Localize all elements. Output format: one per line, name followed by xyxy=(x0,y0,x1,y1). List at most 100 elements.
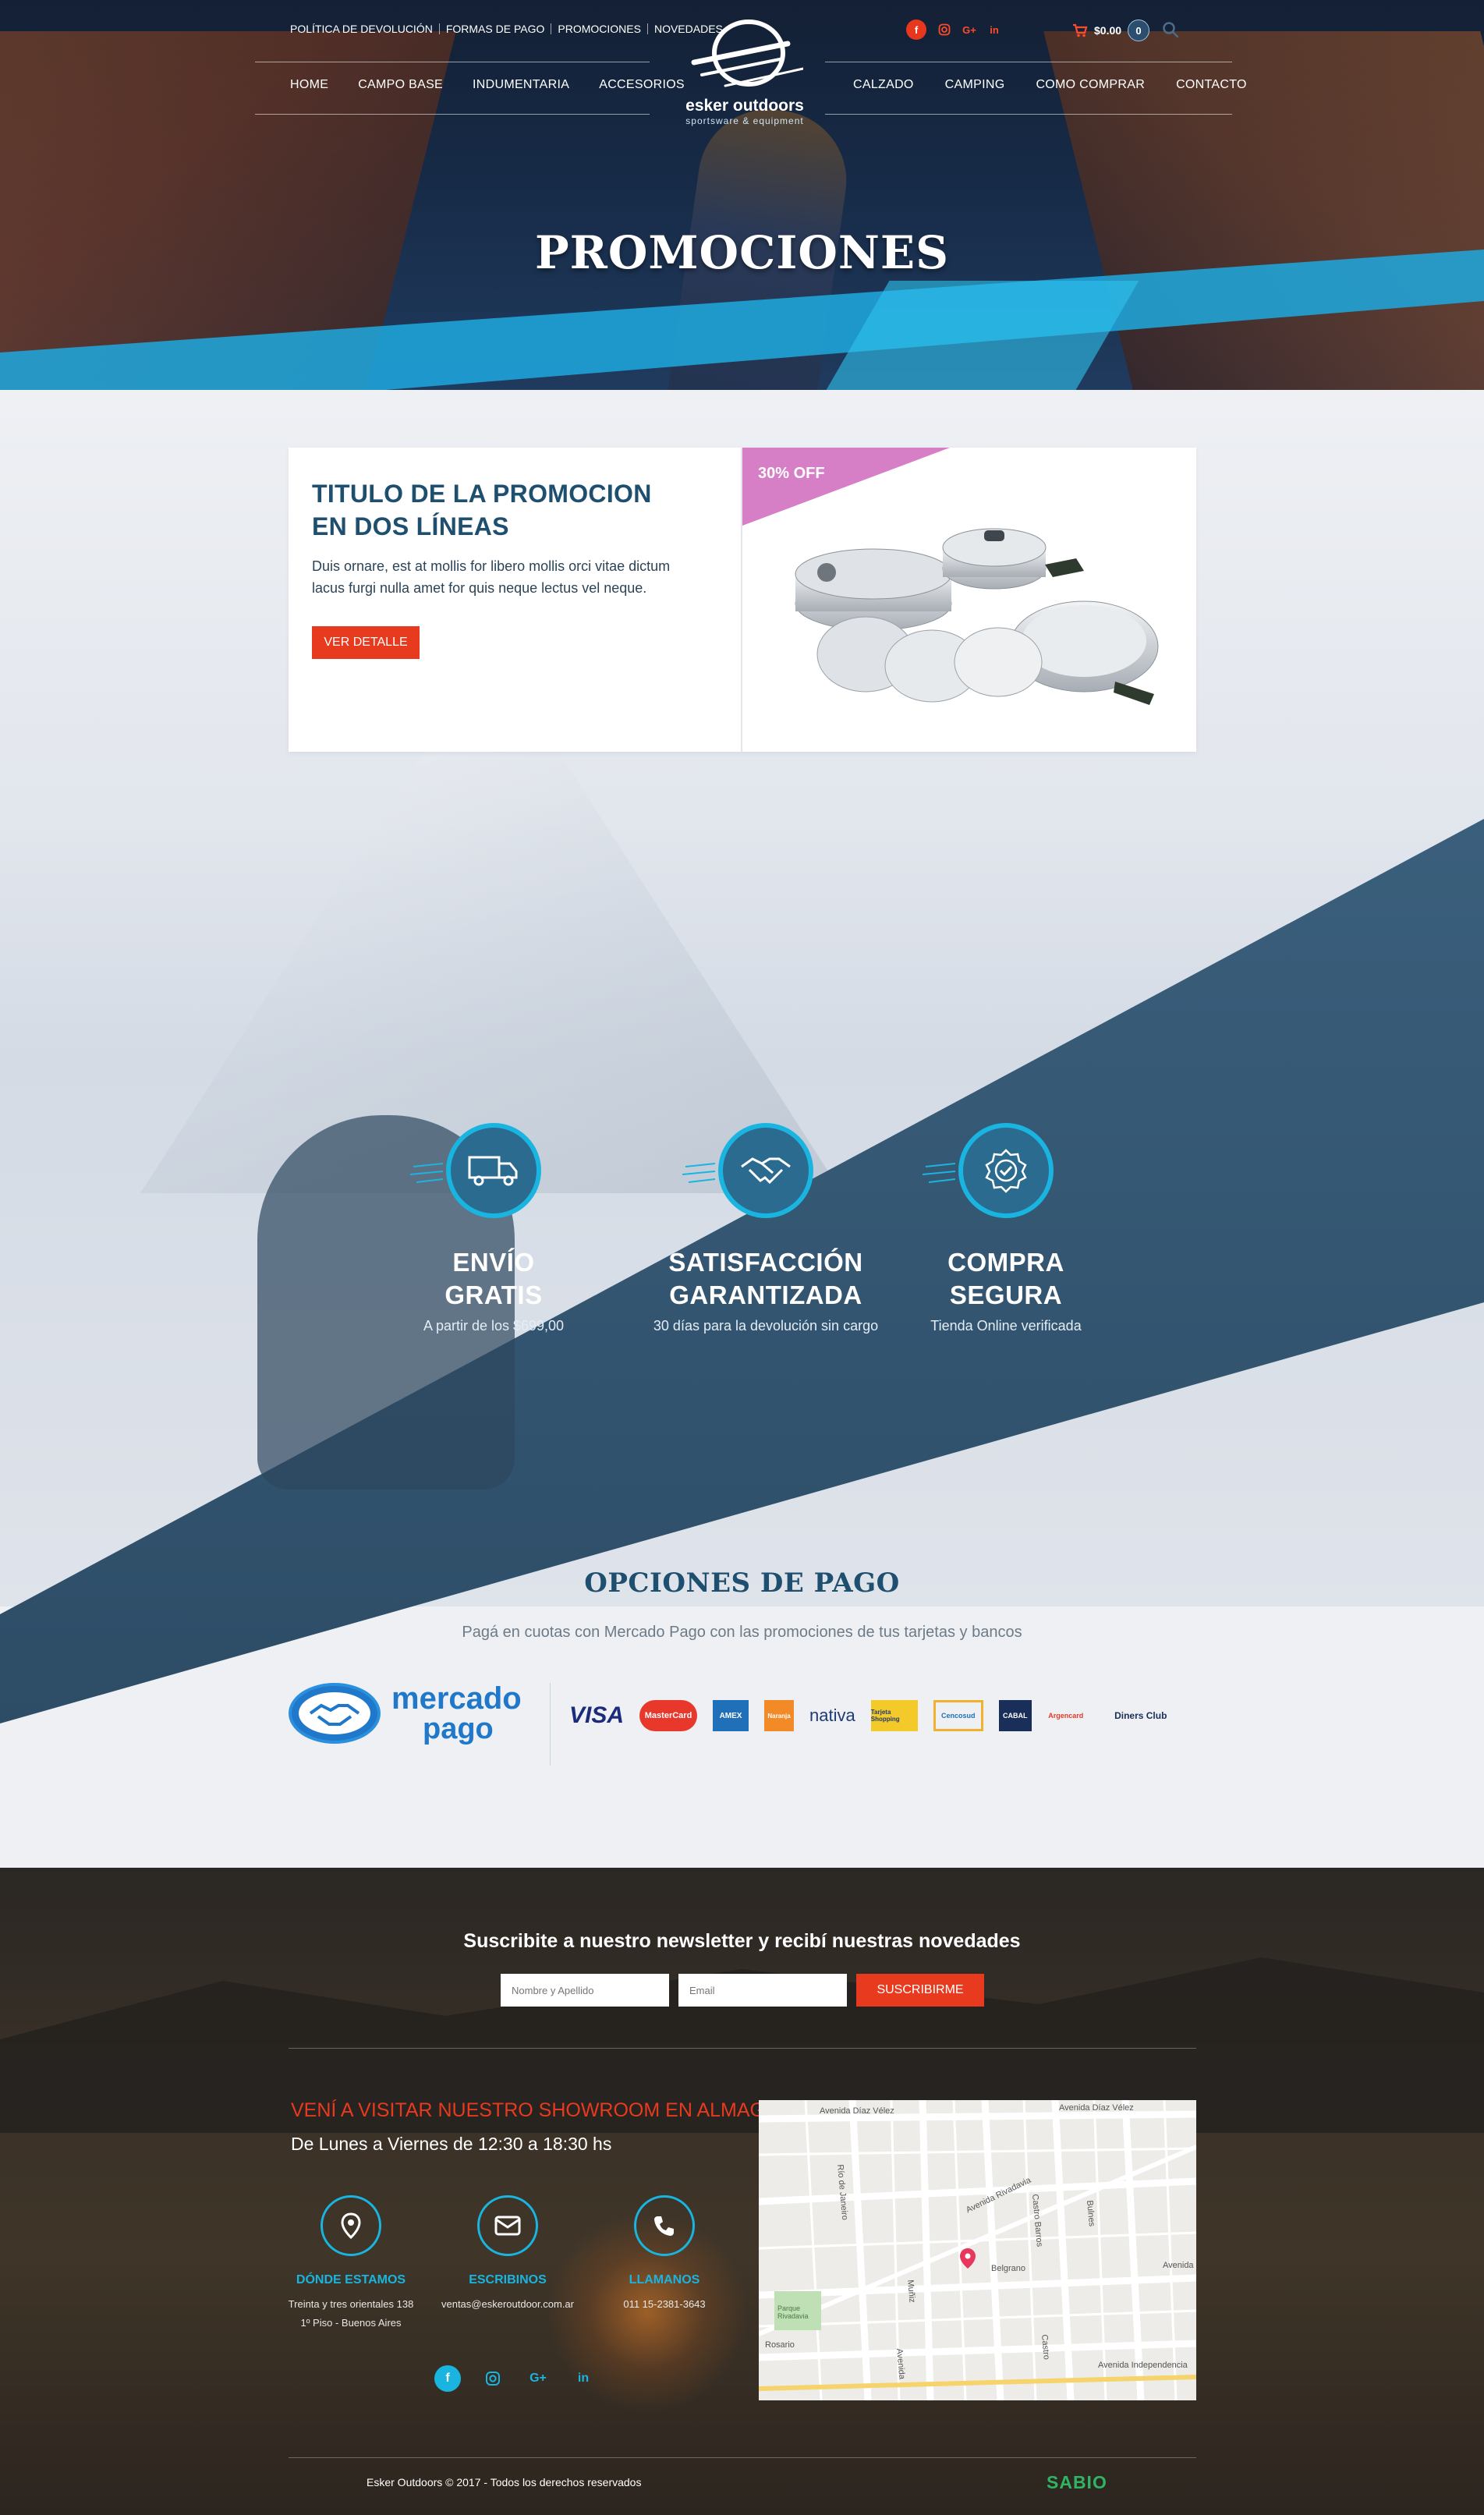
feature-title-line-1: SATISFACCIÓN xyxy=(668,1248,863,1277)
contact-address-line-1: Treinta y tres orientales 138 xyxy=(288,2298,414,2310)
promo-divider xyxy=(741,448,742,752)
feature-subtitle: Tienda Online verificada xyxy=(930,1318,1082,1334)
contact-address-line-2: 1º Piso - Buenos Aires xyxy=(300,2317,402,2329)
mastercard-logo: MasterCard xyxy=(639,1700,698,1731)
cart-icon xyxy=(1073,23,1088,37)
nav-calzado[interactable]: CALZADO xyxy=(853,78,914,92)
feature-title: ENVÍO GRATIS xyxy=(377,1246,611,1312)
ver-detalle-button[interactable]: VER DETALLE xyxy=(312,626,420,659)
linkedin-icon[interactable]: in xyxy=(570,2365,597,2392)
handshake-icon xyxy=(741,1157,791,1185)
card-logos: VISA MasterCard AMEX Naranja nativa Tarj… xyxy=(569,1700,1181,1731)
feature-title-line-2: GARANTIZADA xyxy=(669,1281,862,1309)
promo-title: TITULO DE LA PROMOCION EN DOS LÍNEAS xyxy=(312,480,652,540)
feature-title-line-2: SEGURA xyxy=(949,1281,1063,1309)
feature-title-line-1: COMPRA xyxy=(947,1248,1064,1277)
feature-title-line-2: GRATIS xyxy=(444,1281,543,1309)
map-label: Avenida xyxy=(1163,2261,1194,2270)
newsletter-email-input[interactable] xyxy=(678,1974,847,2007)
showroom-title: VENÍ A VISITAR NUESTRO SHOWROOM EN ALMAG… xyxy=(291,2099,795,2121)
top-link-formas-pago[interactable]: FORMAS DE PAGO xyxy=(440,23,552,34)
location-map[interactable]: Avenida Díaz Vélez Avenida Díaz Vélez Rí… xyxy=(759,2100,1196,2400)
feature-compra-segura: COMPRA SEGURA Tienda Online verificada xyxy=(889,1123,1123,1334)
naranja-logo: Naranja xyxy=(764,1700,795,1731)
instagram-icon[interactable] xyxy=(937,19,951,40)
shopping-logo: Tarjeta Shopping xyxy=(870,1700,918,1731)
feature-title: SATISFACCIÓN GARANTIZADA xyxy=(649,1246,883,1312)
feature-circle xyxy=(410,1123,541,1218)
google-plus-icon[interactable]: G+ xyxy=(962,19,976,40)
contact-circle[interactable] xyxy=(477,2195,538,2256)
contact-value: Treinta y tres orientales 138 1º Piso - … xyxy=(277,2295,425,2333)
contact-location: DÓNDE ESTAMOS Treinta y tres orientales … xyxy=(277,2195,425,2333)
facebook-icon[interactable]: f xyxy=(906,19,926,40)
email-icon xyxy=(494,2216,521,2236)
top-links: POLÍTICA DE DEVOLUCIÓN FORMAS DE PAGO PR… xyxy=(290,23,729,34)
logo-brand: esker outdoors xyxy=(685,97,804,115)
newsletter-title: Suscribite a nuestro newsletter y recibí… xyxy=(463,1930,1021,1952)
logo[interactable]: esker outdoors sportsware & equipment xyxy=(667,14,823,139)
cart-total: $0.00 xyxy=(1094,24,1122,37)
speed-lines-icon xyxy=(410,1163,444,1183)
mercado-pago-line-2: pago xyxy=(423,1712,494,1745)
copyright: Esker Outdoors © 2017 - Todos los derech… xyxy=(367,2476,642,2488)
speed-lines-icon xyxy=(923,1163,956,1183)
feature-envio: ENVÍO GRATIS A partir de los $699,00 xyxy=(377,1123,611,1334)
contact-value[interactable]: ventas@eskeroutdoor.com.ar xyxy=(434,2295,582,2314)
search-icon[interactable] xyxy=(1162,21,1179,38)
contact-circle xyxy=(321,2195,381,2256)
contact-circle[interactable] xyxy=(634,2195,695,2256)
amex-logo: AMEX xyxy=(713,1700,749,1731)
contact-email: ESCRIBINOS ventas@eskeroutdoor.com.ar xyxy=(434,2195,582,2314)
discount-label: 30% OFF xyxy=(758,465,825,482)
top-link-devolucion[interactable]: POLÍTICA DE DEVOLUCIÓN xyxy=(290,23,440,34)
phone-icon xyxy=(654,2216,674,2236)
feature-subtitle: 30 días para la devolución sin cargo xyxy=(653,1318,879,1334)
map-label: Avenida Independencia xyxy=(1098,2361,1188,2370)
map-label: Muñiz xyxy=(905,2279,917,2304)
facebook-icon[interactable]: f xyxy=(434,2365,461,2392)
feature-title-line-1: ENVÍO xyxy=(452,1248,535,1277)
mercado-pago-handshake-icon xyxy=(289,1683,381,1744)
credit-logo[interactable]: SABIO xyxy=(1047,2472,1107,2493)
feature-circle xyxy=(923,1123,1054,1218)
linkedin-icon[interactable]: in xyxy=(987,19,1001,40)
feature-circle xyxy=(682,1123,813,1218)
showroom-hours: De Lunes a Viernes de 12:30 a 18:30 hs xyxy=(291,2134,612,2154)
feature-subtitle: A partir de los $699,00 xyxy=(423,1318,565,1334)
cabal-logo: CABAL xyxy=(998,1700,1032,1731)
map-label: Belgrano xyxy=(991,2264,1026,2273)
nav-camping[interactable]: CAMPING xyxy=(945,78,1005,92)
nav-como-comprar[interactable]: COMO COMPRAR xyxy=(1036,78,1145,92)
nav-home[interactable]: HOME xyxy=(290,78,328,92)
top-link-promociones[interactable]: PROMOCIONES xyxy=(551,23,648,34)
map-label: Parque Rivadavia xyxy=(777,2304,809,2320)
payment-divider xyxy=(550,1683,551,1766)
contact-phone: LLAMANOS 011 15-2381-3643 xyxy=(590,2195,738,2314)
feature-satisfaccion: SATISFACCIÓN GARANTIZADA 30 días para la… xyxy=(649,1123,883,1334)
payment-title: OPCIONES DE PAGO xyxy=(584,1567,900,1599)
payment-subtitle: Pagá en cuotas con Mercado Pago con las … xyxy=(462,1624,1022,1641)
nav-contacto[interactable]: CONTACTO xyxy=(1176,78,1247,92)
subscribe-button[interactable]: SUSCRIBIRME xyxy=(856,1974,984,2007)
contact-value[interactable]: 011 15-2381-3643 xyxy=(590,2295,738,2314)
footer-divider-top xyxy=(289,2048,1196,2049)
header-line-left-bottom xyxy=(255,114,650,115)
cart-count: 0 xyxy=(1128,19,1150,41)
speed-lines-icon xyxy=(682,1163,716,1183)
map-label: Avenida Díaz Vélez xyxy=(820,2106,894,2116)
visa-logo: VISA xyxy=(569,1702,625,1728)
promo-description: Duis ornare, est at mollis for libero mo… xyxy=(312,558,671,596)
map-label: Rosario xyxy=(765,2340,795,2350)
newsletter-name-input[interactable] xyxy=(501,1974,669,2007)
nativa-logo: nativa xyxy=(809,1706,855,1725)
contact-title: LLAMANOS xyxy=(629,2273,700,2287)
google-plus-icon[interactable]: G+ xyxy=(525,2365,551,2392)
footer: Suscribite a nuestro newsletter y recibí… xyxy=(0,1868,1484,2515)
cart[interactable]: $0.00 0 xyxy=(1072,19,1150,41)
mercado-pago-line-1: mercado xyxy=(391,1681,522,1716)
social-links-top: f G+ in xyxy=(906,19,1001,40)
nav-indumentaria[interactable]: INDUMENTARIA xyxy=(473,78,569,92)
instagram-icon[interactable] xyxy=(480,2365,506,2392)
nav-campo-base[interactable]: CAMPO BASE xyxy=(358,78,443,92)
